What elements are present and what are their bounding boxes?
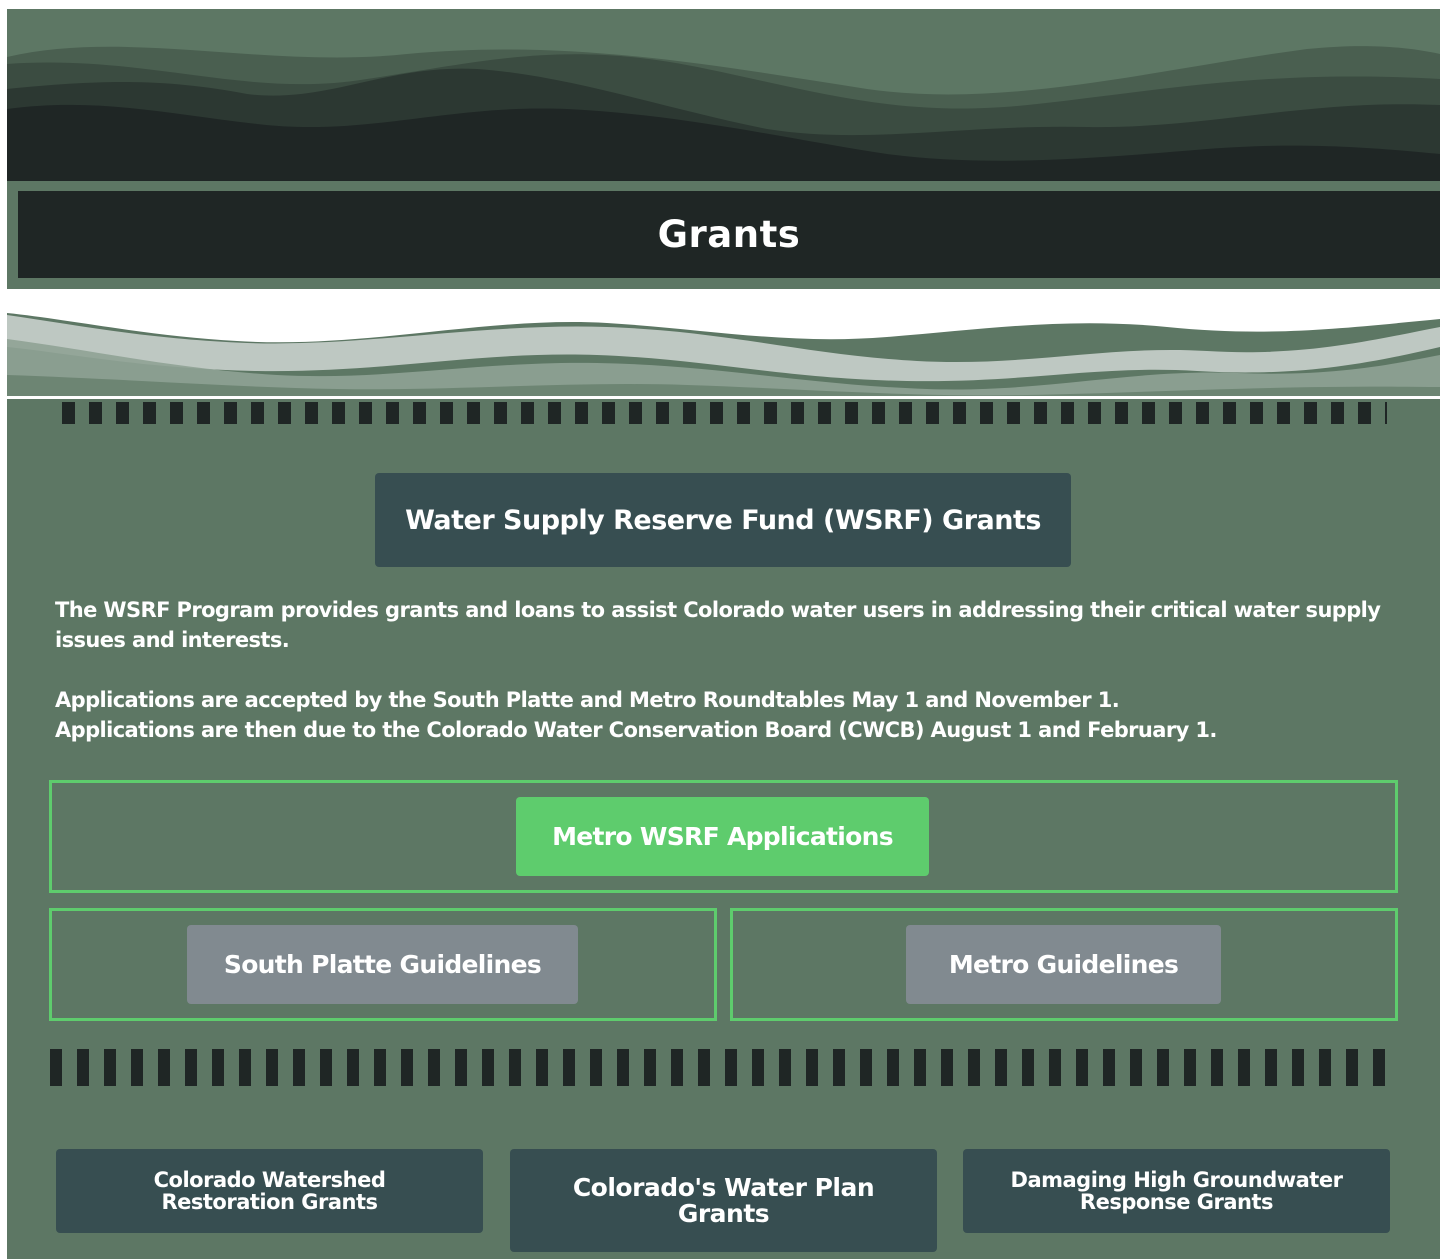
card-label-line: Grants — [677, 1198, 770, 1228]
watershed-restoration-grants-card[interactable]: Colorado Watershed Restoration Grants — [56, 1149, 483, 1233]
card-label-line: Restoration Grants — [161, 1190, 378, 1214]
dashed-divider-top — [62, 402, 1387, 424]
wsrf-deadlines-paragraph: Applications are accepted by the South P… — [55, 685, 1385, 745]
page-title: Grants — [18, 191, 1440, 278]
wsrf-intro-paragraph: The WSRF Program provides grants and loa… — [55, 598, 1381, 652]
section-divider-line — [7, 396, 1440, 399]
hills-banner-top — [7, 9, 1440, 181]
hills-banner-bottom — [7, 289, 1440, 397]
page: Grants Water Supply Reserve Fund (WSRF) … — [7, 9, 1440, 1259]
wsrf-section-heading: Water Supply Reserve Fund (WSRF) Grants — [375, 473, 1071, 567]
deadlines-line-cwcb: Applications are then due to the Colorad… — [55, 718, 1217, 742]
card-label-line: Response Grants — [1079, 1190, 1274, 1214]
south-platte-guidelines-button[interactable]: South Platte Guidelines — [187, 925, 578, 1004]
card-label-line: Colorado's Water Plan — [572, 1172, 875, 1202]
card-label: Colorado Watershed Restoration Grants — [154, 1169, 386, 1213]
card-label: Damaging High Groundwater Response Grant… — [1011, 1169, 1343, 1213]
metro-guidelines-button[interactable]: Metro Guidelines — [906, 925, 1221, 1004]
metro-wsrf-applications-button[interactable]: Metro WSRF Applications — [516, 797, 929, 876]
card-label: Colorado's Water Plan Grants — [572, 1172, 875, 1228]
dashed-divider-bottom — [50, 1049, 1398, 1086]
deadlines-line-roundtables: Applications are accepted by the South P… — [55, 688, 1120, 712]
card-label-line: Damaging High Groundwater — [1010, 1168, 1343, 1192]
card-label-line: Colorado Watershed — [153, 1168, 386, 1192]
groundwater-response-grants-card[interactable]: Damaging High Groundwater Response Grant… — [963, 1149, 1390, 1233]
water-plan-grants-card[interactable]: Colorado's Water Plan Grants — [510, 1149, 937, 1252]
